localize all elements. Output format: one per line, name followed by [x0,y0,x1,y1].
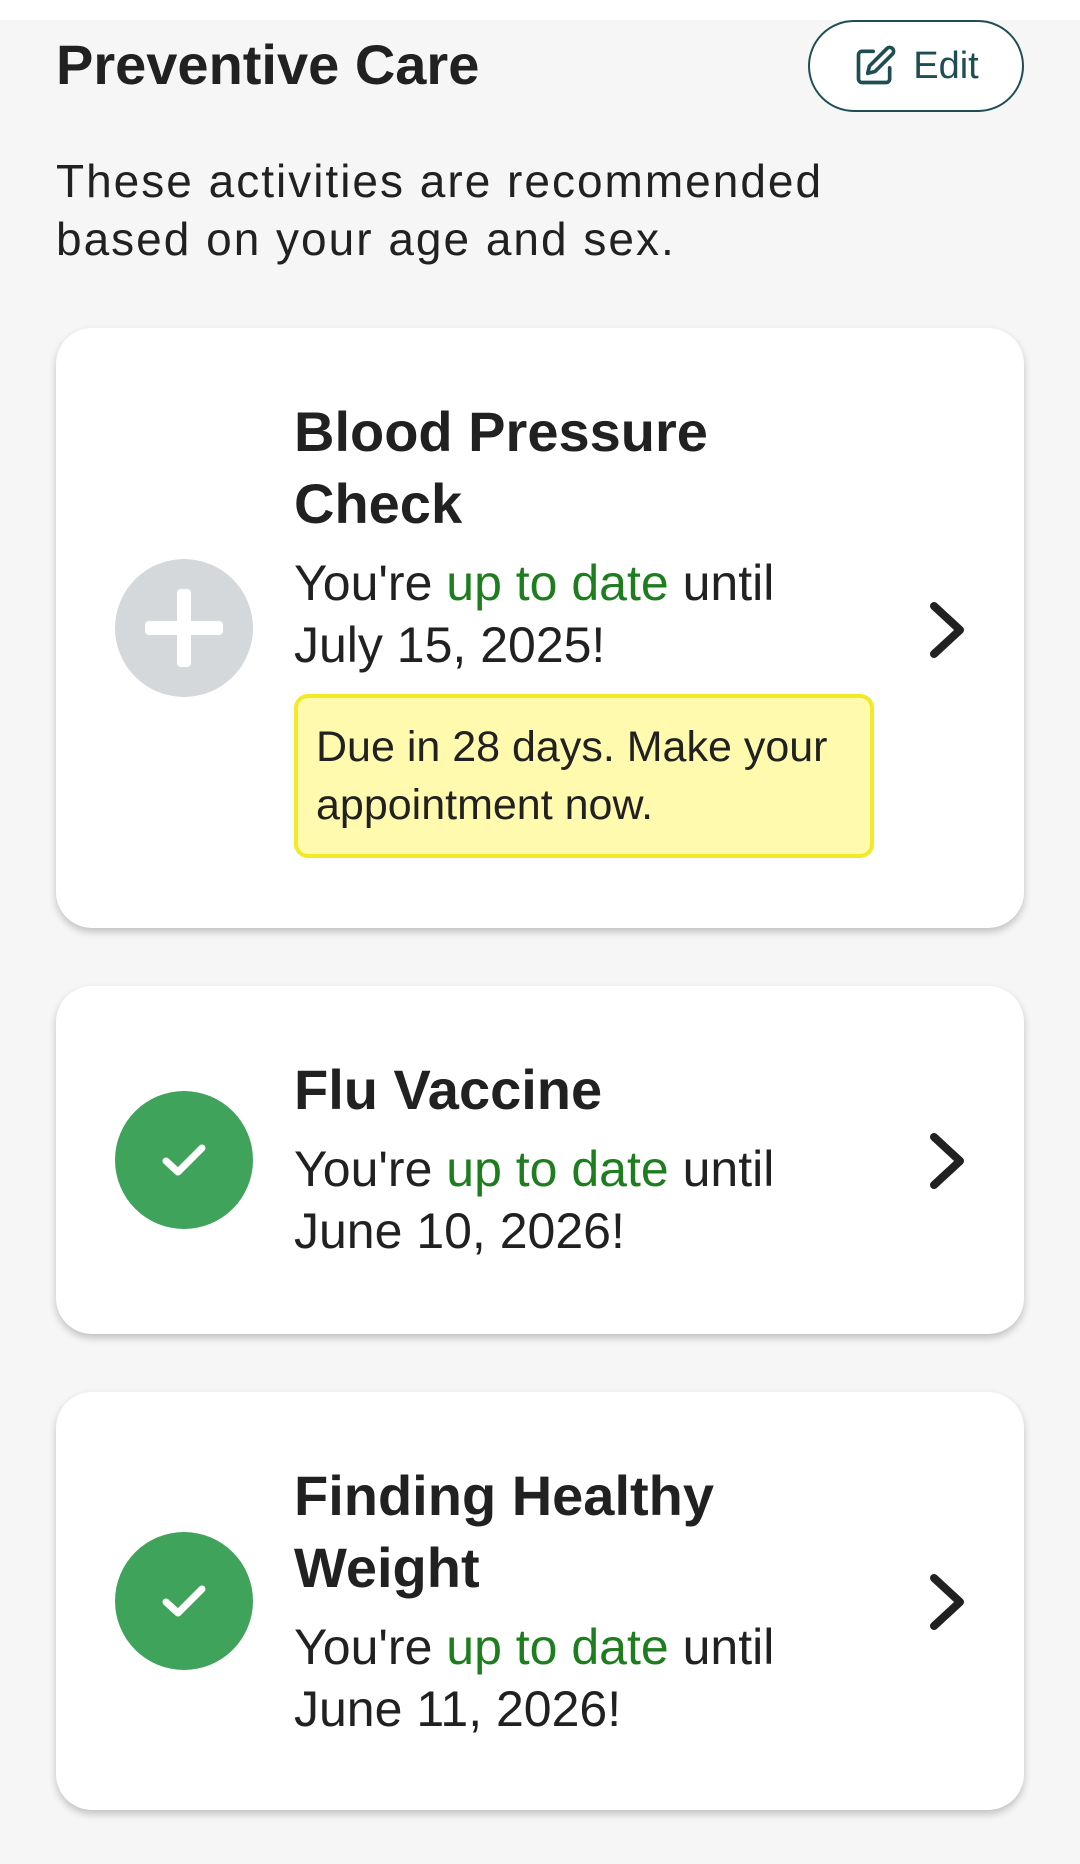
card-title: Flu Vaccine [294,1058,603,1121]
status-prefix: You're [294,1619,447,1675]
preventive-card-flu-vaccine[interactable]: Flu Vaccine You're up to date until June… [56,986,1024,1334]
chevron-right-icon [930,1133,964,1189]
preventive-card-healthy-weight[interactable]: Finding Healthy Weight You're up to date… [56,1392,1024,1810]
edit-button[interactable]: Edit [808,20,1024,112]
chevron-right-icon [930,602,964,658]
check-icon [115,1091,253,1229]
status-prefix: You're [294,1141,447,1197]
card-status: You're up to date until June 11, 2026! [294,1616,854,1740]
chevron-right-icon [930,1574,964,1630]
status-prefix: You're [294,555,447,611]
preventive-card-blood-pressure[interactable]: Blood Pressure Check You're up to date u… [56,328,1024,928]
plus-icon [115,559,253,697]
status-highlight: up to date [446,555,669,611]
card-content: Flu Vaccine You're up to date until June… [294,1054,854,1262]
due-notice: Due in 28 days. Make your appointment no… [294,694,874,858]
intro-text: These activities are recommended based o… [56,155,824,265]
card-status: You're up to date until July 15, 2025! [294,552,854,676]
edit-icon [856,45,896,85]
card-status: You're up to date until June 10, 2026! [294,1138,854,1262]
card-title: Finding Healthy Weight [294,1464,714,1599]
card-title: Blood Pressure Check [294,400,708,535]
page-title: Preventive Care [56,33,480,96]
check-icon [115,1532,253,1670]
card-content: Finding Healthy Weight You're up to date… [294,1460,854,1740]
edit-label: Edit [913,44,979,87]
card-content: Blood Pressure Check You're up to date u… [294,396,874,858]
status-highlight: up to date [446,1619,669,1675]
page-header: Preventive Care Edit [56,20,1024,128]
status-bar-area [0,0,1080,20]
status-highlight: up to date [446,1141,669,1197]
